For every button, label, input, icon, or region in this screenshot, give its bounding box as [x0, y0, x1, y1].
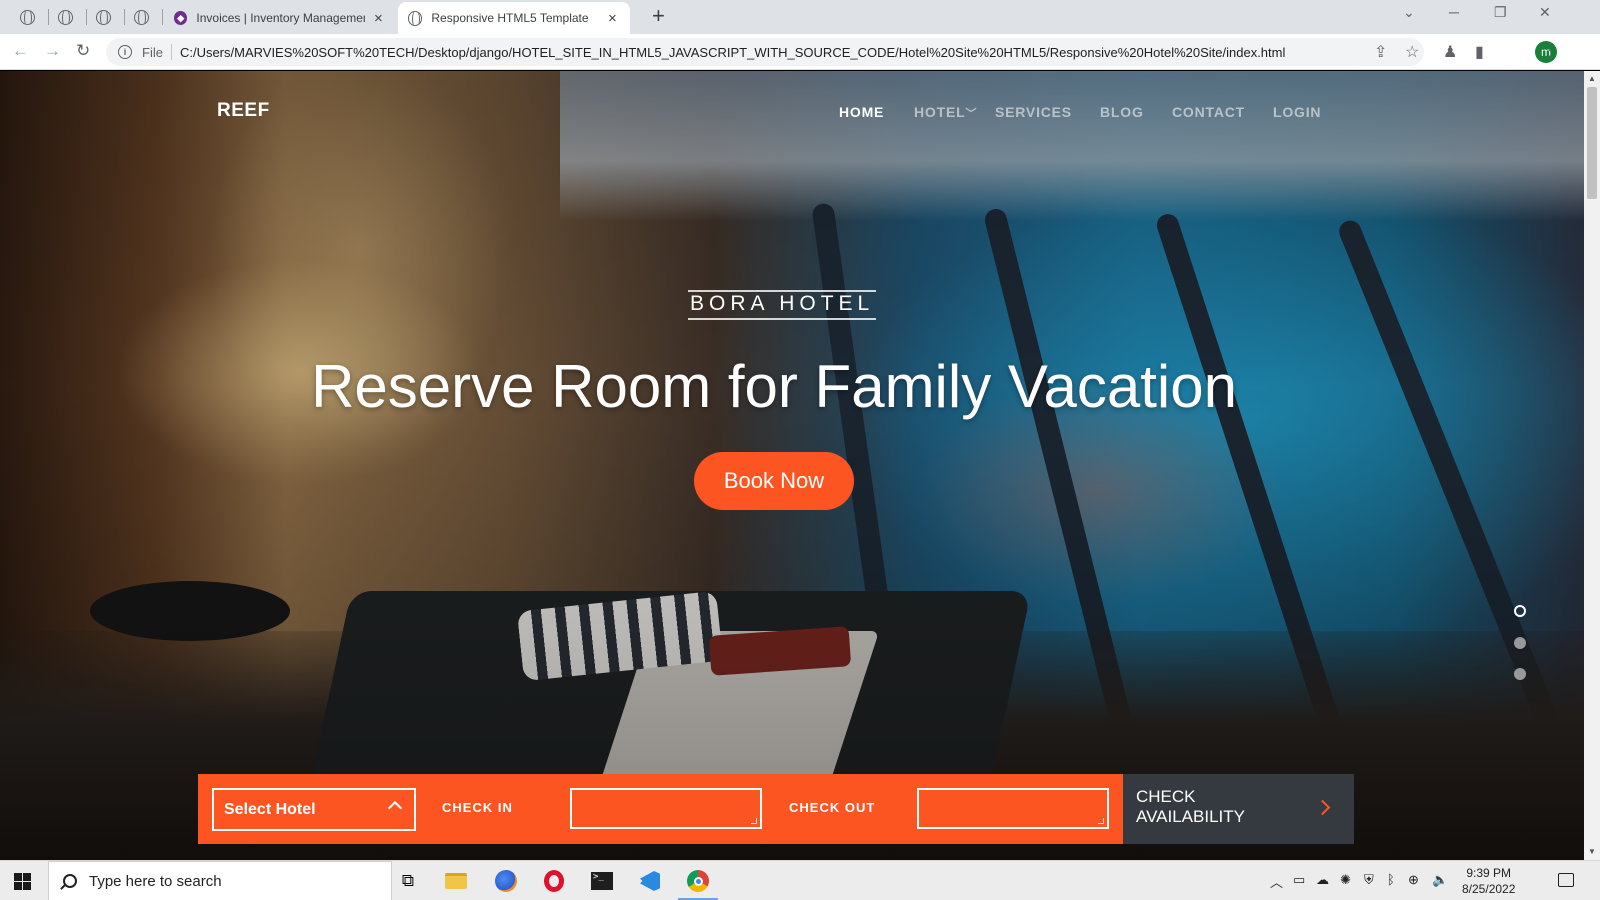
nav-hotel[interactable]: HOTEL﹀ [914, 104, 977, 121]
nav-contact[interactable]: CONTACT [1172, 104, 1245, 120]
notifications-icon[interactable] [1558, 873, 1574, 887]
book-now-button[interactable]: Book Now [694, 452, 854, 510]
browser-toolbar: ← → ↻ i File C:/Users/MARVIES%20SOFT%20T… [0, 34, 1600, 70]
tab-invoices[interactable]: ◆ Invoices | Inventory Managemen × [164, 2, 396, 34]
nav-services[interactable]: SERVICES [995, 104, 1072, 120]
bluetooth-icon[interactable]: ᛒ [1387, 872, 1395, 887]
site-info-icon[interactable]: i [118, 45, 132, 59]
resize-grip-icon [751, 818, 757, 824]
restore-button[interactable]: ❐ [1494, 4, 1507, 21]
security-icon[interactable]: ⛨ [1364, 872, 1374, 888]
globe-icon [95, 9, 111, 25]
nav-login[interactable]: LOGIN [1273, 104, 1321, 120]
system-clock[interactable]: 9:39 PM 8/25/2022 [1462, 865, 1515, 897]
nav-home[interactable]: HOME [839, 104, 884, 120]
network-icon[interactable]: ⊕ [1408, 872, 1419, 888]
check-out-label: CHECK OUT [789, 800, 876, 815]
reload-button[interactable]: ↻ [76, 41, 90, 61]
tray-chevron-up-icon[interactable]: ︿ [1270, 872, 1283, 891]
clock-time: 9:39 PM [1466, 866, 1512, 880]
search-icon [63, 874, 77, 888]
tab-title: Invoices | Inventory Managemen [196, 11, 365, 25]
windows-taskbar: Type here to search ⧉ >_ ︿ ▭ ☁ ✺ ⛨ ᛒ ⊕ 🔈… [0, 860, 1600, 900]
pinned-tab[interactable] [122, 6, 160, 28]
browser-tab-strip: ◆ Invoices | Inventory Managemen × Respo… [0, 0, 1600, 34]
chevron-up-icon [387, 800, 403, 816]
booking-form-fields: Select Hotel CHECK IN CHECK OUT [198, 774, 1123, 844]
globe-icon [57, 9, 73, 25]
globe-icon [408, 10, 423, 26]
site-logo[interactable]: REEF [217, 100, 270, 122]
extensions-icon[interactable]: ♟ [1443, 42, 1457, 62]
new-tab-button[interactable]: + [652, 5, 665, 27]
slider-dot-3[interactable] [1514, 668, 1526, 680]
vscode-icon[interactable] [638, 869, 662, 893]
scheme-label: File [142, 44, 163, 60]
tab-close-icon[interactable]: × [371, 10, 386, 27]
slider-dot-2[interactable] [1514, 637, 1526, 649]
back-button[interactable]: ← [12, 41, 29, 61]
windows-start-icon[interactable] [14, 873, 31, 890]
globe-icon [19, 9, 35, 25]
task-view-icon[interactable]: ⧉ [396, 869, 420, 893]
battery-icon[interactable]: ▭ [1293, 872, 1305, 888]
pinned-tab[interactable] [46, 6, 84, 28]
terminal-icon[interactable]: >_ [590, 869, 614, 893]
check-in-input[interactable] [570, 788, 762, 829]
tab-responsive-template[interactable]: Responsive HTML5 Template × [398, 2, 630, 34]
tab-title: Responsive HTML5 Template [431, 11, 589, 25]
nav-hotel-label: HOTEL [914, 104, 966, 120]
omnibox-separator [170, 44, 172, 60]
check-out-input[interactable] [917, 788, 1109, 829]
resize-grip-icon [1098, 818, 1104, 824]
chevron-down-icon: ﹀ [965, 108, 978, 120]
file-explorer-icon[interactable] [444, 869, 468, 893]
app-favicon-icon: ◆ [174, 11, 188, 25]
taskbar-search[interactable]: Type here to search [48, 861, 392, 900]
share-icon[interactable]: ⇪ [1374, 42, 1387, 62]
tab-search-icon[interactable]: ⌄ [1403, 4, 1415, 21]
volume-icon[interactable]: 🔈 [1432, 872, 1448, 888]
check-availability-button[interactable]: CHECK AVAILABILITY [1123, 774, 1354, 844]
forward-button[interactable]: → [44, 41, 61, 61]
tab-close-icon[interactable]: × [605, 10, 620, 27]
check-in-label: CHECK IN [442, 800, 513, 815]
minimize-button[interactable]: ─ [1449, 4, 1459, 20]
tab-separator [162, 9, 163, 25]
clock-date: 8/25/2022 [1462, 882, 1516, 896]
menu-kebab-icon[interactable]: ⋮ [1541, 40, 1559, 61]
hero-headline: Reserve Room for Family Vacation [311, 353, 1237, 420]
hero-eyebrow: BORA HOTEL [688, 290, 877, 320]
bookmark-star-icon[interactable]: ☆ [1405, 42, 1419, 62]
pinned-tab[interactable] [84, 6, 122, 28]
url-text[interactable]: C:/Users/MARVIES%20SOFT%20TECH/Desktop/d… [180, 45, 1360, 60]
close-window-button[interactable]: ✕ [1539, 4, 1551, 21]
taskbar-search-placeholder: Type here to search [89, 872, 222, 890]
nav-blog[interactable]: BLOG [1100, 104, 1144, 120]
opera-icon[interactable] [542, 869, 566, 893]
cloud-icon[interactable]: ☁ [1316, 872, 1329, 888]
side-panel-icon[interactable]: ▮ [1475, 42, 1484, 62]
select-hotel-label: Select Hotel [224, 800, 316, 818]
scroll-up-icon[interactable]: ▲ [1588, 74, 1596, 83]
pinned-tab[interactable] [8, 6, 46, 28]
page-scrollbar[interactable]: ▲ ▼ [1584, 71, 1600, 860]
globe-icon [133, 9, 149, 25]
scrollbar-thumb[interactable] [1587, 87, 1597, 199]
booking-form: Select Hotel CHECK IN CHECK OUT CHECK AV… [198, 774, 1354, 844]
app-tray-icon[interactable]: ✺ [1340, 872, 1351, 888]
firefox-icon[interactable] [494, 869, 518, 893]
scroll-down-icon[interactable]: ▼ [1588, 847, 1596, 856]
address-bar[interactable]: i File C:/Users/MARVIES%20SOFT%20TECH/De… [106, 38, 1424, 66]
hero-section: REEF HOME HOTEL﹀ SERVICES BLOG CONTACT L… [0, 71, 1584, 860]
select-hotel-dropdown[interactable]: Select Hotel [212, 788, 416, 831]
slider-dot-1[interactable] [1514, 605, 1526, 617]
chrome-icon[interactable] [686, 869, 710, 893]
